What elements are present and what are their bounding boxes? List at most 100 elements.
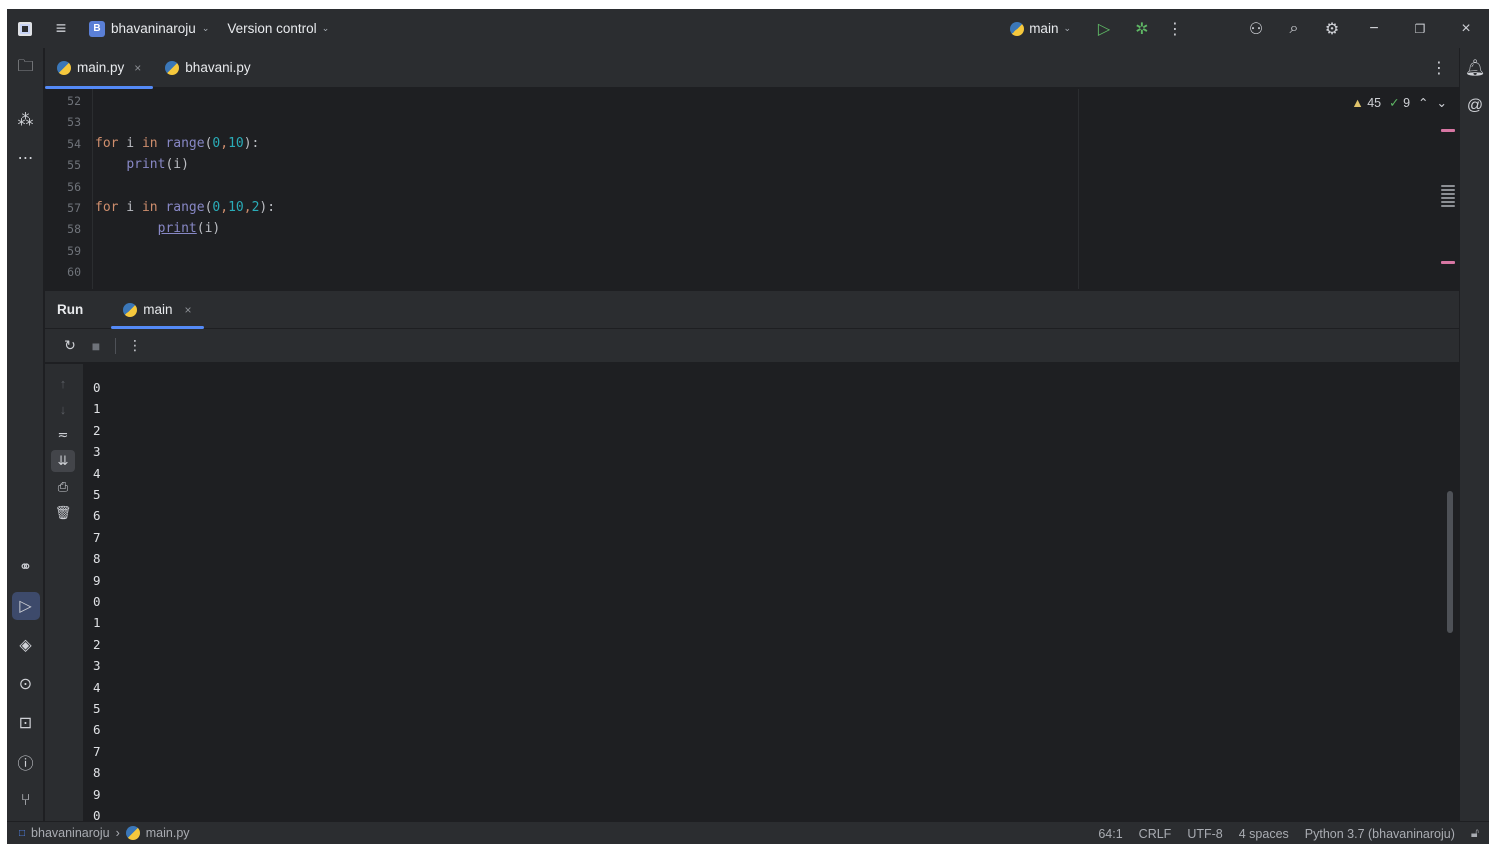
- code-editor[interactable]: 52 53 54 55 56 57 58 59 60 for i in rang…: [45, 89, 1459, 289]
- code-area[interactable]: for i in range(0,10): print(i) for i in …: [95, 89, 1455, 289]
- line-number: 52: [67, 94, 81, 108]
- structure-icon[interactable]: ⁂: [7, 104, 44, 136]
- output-line: 5: [93, 701, 101, 716]
- warning-mark[interactable]: [1441, 201, 1455, 203]
- tab-bhavani-py[interactable]: bhavani.py: [153, 48, 262, 88]
- run-icon[interactable]: ▷: [1085, 9, 1123, 48]
- python-console-icon[interactable]: ⚭: [7, 551, 44, 583]
- warning-mark[interactable]: [1441, 185, 1455, 187]
- down-arrow-icon[interactable]: ↓: [51, 398, 75, 420]
- title-bar: ≡ B bhavaninaroju ⌄ Version control ⌄ ma…: [7, 9, 1489, 48]
- output-line: 4: [93, 466, 101, 481]
- debug-icon[interactable]: ✲: [1123, 9, 1161, 48]
- warning-mark[interactable]: [1441, 189, 1455, 191]
- more-icon[interactable]: ⋮: [1161, 9, 1189, 48]
- warning-mark[interactable]: [1441, 205, 1455, 207]
- run-config-selector[interactable]: main ⌄: [1010, 21, 1071, 36]
- ide-window: ≡ B bhavaninaroju ⌄ Version control ⌄ ma…: [7, 9, 1489, 844]
- lock-icon[interactable]: 🔓︎: [1471, 826, 1479, 841]
- error-mark[interactable]: [1441, 261, 1455, 264]
- search-icon[interactable]: ⌕: [1275, 9, 1313, 48]
- python-interpreter[interactable]: Python 3.7 (bhavaninaroju): [1305, 827, 1455, 841]
- breadcrumb-project[interactable]: bhavaninaroju: [31, 826, 110, 840]
- weak-warning-count: ✓ 9: [1389, 96, 1411, 110]
- warning-mark[interactable]: [1441, 193, 1455, 195]
- notifications-icon[interactable]: 🔔︎: [1460, 52, 1489, 84]
- vcs-label: Version control: [227, 21, 317, 36]
- chevron-down-icon: ⌄: [201, 23, 210, 33]
- line-number: 54: [67, 137, 81, 151]
- file-encoding[interactable]: UTF-8: [1187, 827, 1222, 841]
- output-line: 3: [93, 444, 101, 459]
- warning-mark[interactable]: [1441, 197, 1455, 199]
- output-line: 1: [93, 615, 101, 630]
- output-line: 5: [93, 487, 101, 502]
- tab-main-py[interactable]: main.py ×: [45, 48, 154, 89]
- soft-wrap-icon[interactable]: ≂: [51, 424, 75, 446]
- console-side-toolbar: ↑ ↓ ≂ ⇊ ⎙ 🗑︎: [45, 364, 83, 821]
- more-icon[interactable]: ⋮: [122, 333, 148, 359]
- more-tools-icon[interactable]: ⋯: [7, 142, 44, 174]
- line-number: 53: [67, 115, 81, 129]
- services-icon[interactable]: ⊙: [7, 668, 44, 700]
- python-file-icon: [125, 826, 140, 840]
- git-icon[interactable]: ⑂: [7, 785, 44, 817]
- line-number-gutter: 52 53 54 55 56 57 58 59 60: [45, 89, 93, 289]
- line-number: 58: [67, 222, 81, 236]
- python-icon: [123, 302, 138, 317]
- run-tab-main[interactable]: main ×: [111, 291, 204, 329]
- trash-icon[interactable]: 🗑︎: [51, 502, 75, 524]
- output-line: 2: [93, 423, 101, 438]
- ai-assistant-icon[interactable]: @: [1460, 90, 1489, 122]
- terminal-icon[interactable]: ⊡: [7, 707, 44, 739]
- minimize-icon[interactable]: −: [1351, 9, 1397, 48]
- breadcrumb-file[interactable]: main.py: [146, 826, 190, 840]
- output-line: 8: [93, 765, 101, 780]
- tab-label: bhavani.py: [185, 60, 251, 75]
- run-tab-label: main: [143, 302, 173, 317]
- chevron-down-icon: ⌄: [321, 23, 330, 33]
- inspection-widget[interactable]: ▲ 45 ✓ 9 ⌃ ⌄: [1351, 95, 1447, 111]
- chevron-down-icon: ⌄: [1063, 23, 1071, 33]
- project-badge: B: [89, 20, 105, 37]
- output-line: 9: [93, 787, 101, 802]
- scroll-to-end-icon[interactable]: ⇊: [51, 450, 75, 472]
- problems-icon[interactable]: ⓘ: [7, 746, 44, 778]
- caret-position[interactable]: 64:1: [1098, 827, 1122, 841]
- run-tool-icon[interactable]: ▷: [7, 590, 44, 622]
- main-menu-icon[interactable]: ≡: [43, 9, 79, 48]
- app-logo-icon[interactable]: [7, 9, 43, 48]
- indent-setting[interactable]: 4 spaces: [1239, 827, 1289, 841]
- settings-icon[interactable]: ⚙: [1313, 9, 1351, 48]
- up-arrow-icon[interactable]: ↑: [51, 372, 75, 394]
- status-bar: □ bhavaninaroju › main.py 64:1 CRLF UTF-…: [7, 821, 1489, 844]
- python-file-icon: [57, 60, 71, 75]
- project-name: bhavaninaroju: [111, 21, 196, 36]
- error-mark[interactable]: [1441, 129, 1455, 132]
- line-number: 57: [67, 201, 81, 215]
- close-run-tab-icon[interactable]: ×: [185, 303, 192, 317]
- rerun-icon[interactable]: ↻: [57, 333, 83, 359]
- project-selector[interactable]: B bhavaninaroju ⌄: [89, 20, 210, 37]
- run-console[interactable]: ↑ ↓ ≂ ⇊ ⎙ 🗑︎ 0 1 2 3 4 5 6 7 8 9 0 1 2 3…: [45, 364, 1459, 823]
- close-tab-icon[interactable]: ×: [134, 61, 141, 75]
- stop-icon[interactable]: ■: [83, 333, 109, 359]
- right-tool-strip: 🔔︎ @: [1459, 48, 1489, 821]
- restore-icon[interactable]: ❐: [1397, 9, 1443, 48]
- python-packages-icon[interactable]: ◈: [7, 629, 44, 661]
- output-line: 6: [93, 508, 101, 523]
- print-icon[interactable]: ⎙: [51, 476, 75, 498]
- version-control-selector[interactable]: Version control ⌄: [227, 21, 329, 36]
- close-icon[interactable]: ×: [1443, 9, 1489, 48]
- line-separator[interactable]: CRLF: [1139, 827, 1172, 841]
- run-panel-title: Run: [57, 302, 84, 317]
- output-line: 7: [93, 530, 101, 545]
- chevron-up-icon[interactable]: ⌃: [1418, 95, 1428, 110]
- code-line-54: for i in range(0,10):: [95, 136, 260, 151]
- console-scrollbar[interactable]: [1447, 491, 1453, 633]
- add-user-icon[interactable]: ⚇: [1237, 9, 1275, 48]
- folder-icon[interactable]: 🗀: [7, 52, 44, 84]
- tab-options-icon[interactable]: ⋮: [1431, 58, 1447, 78]
- error-stripe[interactable]: [1441, 89, 1455, 289]
- run-config-label: main: [1029, 21, 1059, 36]
